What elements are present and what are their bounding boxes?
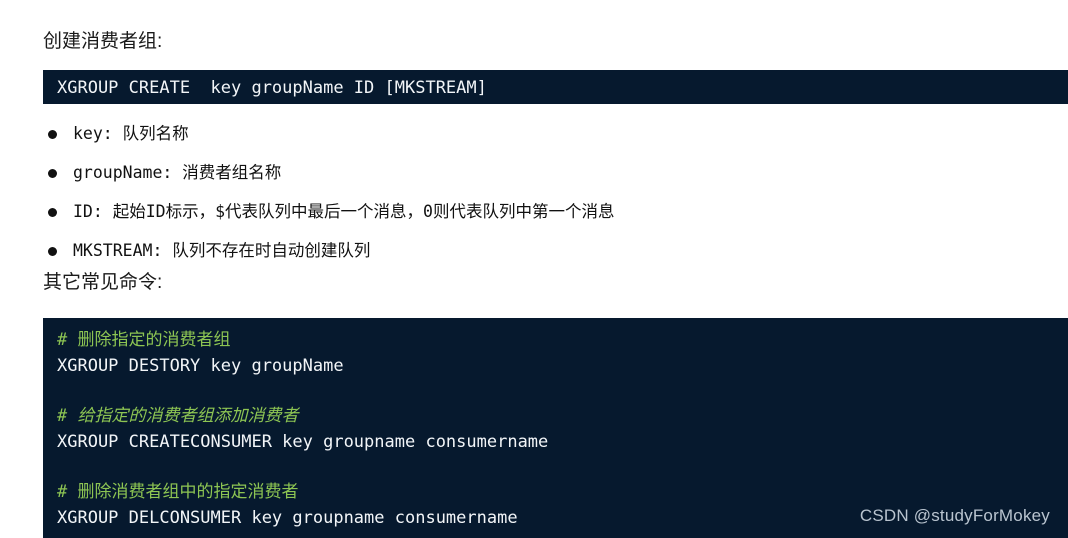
list-item: MKSTREAM: 队列不存在时自动创建队列 (43, 231, 614, 270)
bullet-dot-icon (48, 168, 57, 178)
create-command-block: XGROUP CREATE key groupName ID [MKSTREAM… (43, 70, 1068, 104)
bullet-dot-icon (48, 129, 57, 139)
parameter-description: key: 队列名称 (73, 124, 189, 143)
parameter-description: MKSTREAM: 队列不存在时自动创建队列 (73, 241, 371, 260)
code-comment-line: # 给指定的消费者组添加消费者 (57, 406, 299, 426)
other-commands-heading: 其它常见命令: (43, 272, 163, 293)
parameter-list: key: 队列名称 groupName: 消费者组名称 ID: 起始ID标示，$代表… (43, 114, 614, 270)
bullet-dot-icon (48, 207, 57, 217)
parameter-description: ID: 起始ID标示，$代表队列中最后一个消息，0则代表队列中第一个消息 (73, 202, 615, 221)
code-command-line: XGROUP DESTORY key groupName (57, 356, 344, 376)
slide-page: 创建消费者组: XGROUP CREATE key groupName ID [… (0, 0, 1068, 538)
list-item: groupName: 消费者组名称 (43, 153, 614, 192)
code-comment-line: # 删除消费者组中的指定消费者 (57, 482, 299, 502)
code-command-line: XGROUP CREATECONSUMER key groupname cons… (57, 432, 549, 452)
list-item: ID: 起始ID标示，$代表队列中最后一个消息，0则代表队列中第一个消息 (43, 192, 614, 231)
csdn-watermark: CSDN @studyForMokey (859, 506, 1050, 525)
bullet-dot-icon (48, 246, 57, 256)
list-item: key: 队列名称 (43, 114, 614, 153)
code-comment-line: # 删除指定的消费者组 (57, 330, 231, 350)
other-commands-block: # 删除指定的消费者组 XGROUP DESTORY key groupName … (43, 318, 1068, 538)
parameter-description: groupName: 消费者组名称 (73, 163, 282, 182)
create-command-line: XGROUP CREATE key groupName ID [MKSTREAM… (57, 78, 487, 98)
create-group-heading: 创建消费者组: (43, 31, 163, 52)
